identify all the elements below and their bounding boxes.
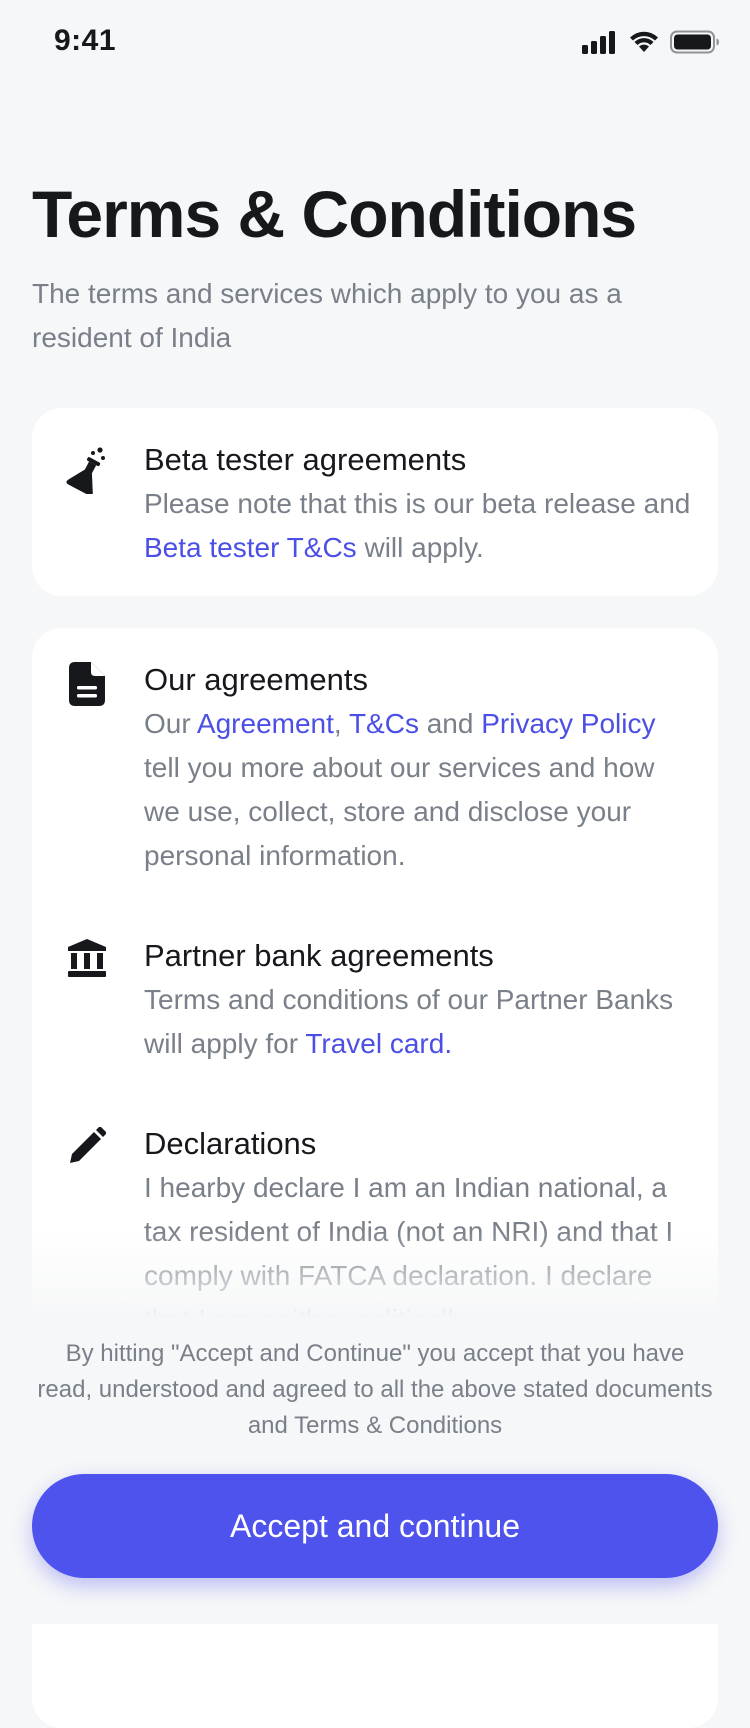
beta-tester-tcs-link[interactable]: Beta tester T&Cs (144, 532, 357, 563)
privacy-policy-link[interactable]: Privacy Policy (481, 708, 655, 739)
acceptance-note: By hitting "Accept and Continue" you acc… (36, 1336, 714, 1444)
accept-and-continue-button[interactable]: Accept and continue (32, 1474, 718, 1578)
partner-bank-text: Partner bank agreements Terms and condit… (144, 934, 694, 1066)
partner-bank-body: Terms and conditions of our Partner Bank… (144, 978, 694, 1066)
cellular-signal-icon (582, 31, 615, 54)
our-agreements-body: Our Agreement, T&Cs and Privacy Policy t… (144, 702, 694, 878)
wifi-icon (630, 31, 658, 52)
agreement-link[interactable]: Agreement (197, 708, 334, 739)
agreements-sep: , (333, 708, 349, 739)
beta-agreements-title: Beta tester agreements (144, 442, 467, 477)
our-agreements-text: Our agreements Our Agreement, T&Cs and P… (144, 658, 694, 878)
status-icons (582, 30, 720, 54)
travel-card-link[interactable]: Travel card. (305, 1028, 452, 1059)
bank-icon (66, 934, 108, 982)
agreements-text-1: Our (144, 708, 197, 739)
beta-text-2: will apply. (356, 532, 484, 563)
tcs-link[interactable]: T&Cs (349, 708, 419, 739)
partner-bank-title: Partner bank agreements (144, 938, 494, 973)
status-time: 9:41 (54, 24, 117, 57)
beta-agreements-text: Beta tester agreements Please note that … (144, 438, 694, 570)
beta-text-1: Please note that this is our beta releas… (144, 488, 691, 519)
scroll-fade (0, 1230, 750, 1340)
battery-icon (670, 30, 719, 54)
page-title: Terms & Conditions (32, 177, 637, 251)
pencil-icon (66, 1122, 108, 1170)
agreements-text-2: tell you more about our services and how… (144, 752, 655, 871)
page-subtitle: The terms and services which apply to yo… (32, 278, 622, 353)
declarations-title: Declarations (144, 1126, 317, 1161)
flask-icon (66, 446, 108, 494)
status-bar: 9:41 (0, 0, 750, 88)
document-icon (66, 660, 108, 708)
agreements-and: and (418, 708, 482, 739)
beta-agreements-body: Please note that this is our beta releas… (144, 482, 694, 570)
our-agreements-title: Our agreements (144, 662, 368, 697)
beta-agreements-card: Beta tester agreements Please note that … (32, 408, 718, 596)
